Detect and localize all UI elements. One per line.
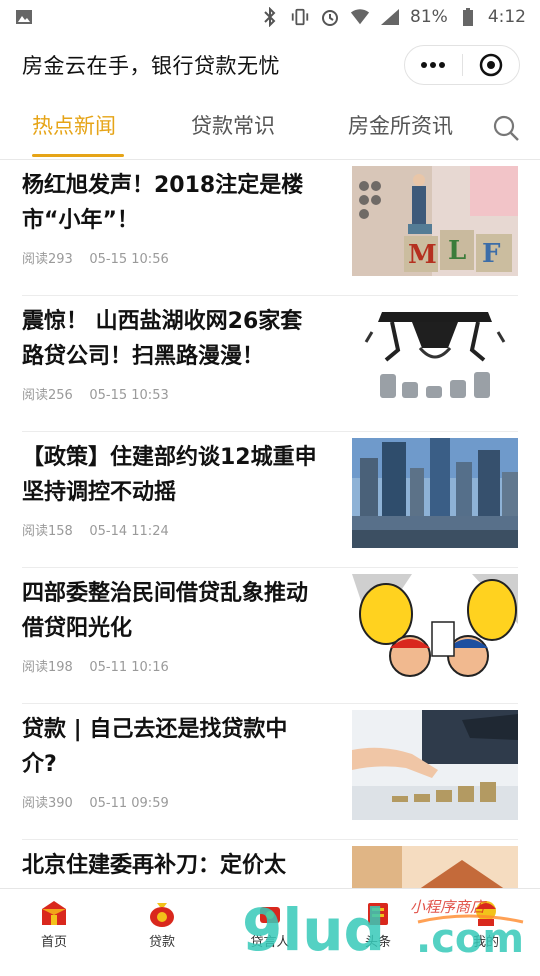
app-header: 房金云在手，银行贷款无忧 bbox=[0, 34, 540, 96]
article-thumbnail bbox=[352, 438, 518, 548]
article-title: 杨红旭发声！2018注定是楼市“小年”！ bbox=[22, 173, 304, 233]
article-item[interactable]: 杨红旭发声！2018注定是楼市“小年”！ 阅读293 05-15 10:56 M… bbox=[22, 160, 518, 296]
vibrate-icon bbox=[290, 7, 310, 27]
page-title: 房金云在手，银行贷款无忧 bbox=[22, 54, 280, 78]
tab-fangjinsuo-news[interactable]: 房金所资讯 bbox=[348, 110, 453, 140]
nav-profile[interactable]: 我的 bbox=[432, 889, 540, 961]
image-icon bbox=[14, 7, 34, 27]
nav-headline[interactable]: 头条 bbox=[324, 889, 432, 961]
article-meta: 阅读293 05-15 10:56 bbox=[22, 248, 169, 267]
money-bag-icon bbox=[148, 899, 176, 927]
article-thumbnail bbox=[352, 302, 518, 412]
article-title: 震惊！ 山西盐湖收网26家套路贷公司！扫黑路漫漫！ bbox=[22, 309, 303, 369]
battery-icon bbox=[458, 7, 478, 27]
tab-loan-knowledge[interactable]: 贷款常识 bbox=[191, 110, 275, 140]
article-title: 贷款 | 自己去还是找贷款中介? bbox=[22, 717, 288, 777]
article-item[interactable]: 【政策】住建部约谈12城重申坚持调控不动摇 阅读158 05-14 11:24 bbox=[22, 432, 518, 568]
active-tab-indicator bbox=[32, 154, 124, 157]
article-meta: 阅读256 05-15 10:53 bbox=[22, 384, 169, 403]
svg-text:F: F bbox=[482, 239, 501, 269]
nav-label: 贷言人 bbox=[250, 935, 290, 950]
nav-label: 我的 bbox=[472, 935, 499, 950]
search-icon[interactable] bbox=[492, 114, 520, 142]
more-dots-icon[interactable] bbox=[405, 46, 462, 84]
article-title: 【政策】住建部约谈12城重申坚持调控不动摇 bbox=[22, 445, 317, 505]
profile-icon bbox=[472, 899, 500, 927]
article-meta: 阅读158 05-14 11:24 bbox=[22, 520, 169, 539]
article-views: 阅读198 bbox=[22, 660, 73, 675]
article-item[interactable]: 贷款 | 自己去还是找贷款中介? 阅读390 05-11 09:59 bbox=[22, 704, 518, 840]
nav-label: 头条 bbox=[364, 935, 391, 950]
article-meta: 阅读198 05-11 10:16 bbox=[22, 656, 169, 675]
svg-text:M: M bbox=[408, 240, 437, 270]
alarm-icon bbox=[320, 7, 340, 27]
svg-text:L: L bbox=[448, 236, 466, 266]
bottom-navigation: 首页 贷款 贷言人 头条 我的 bbox=[0, 888, 540, 960]
nav-label: 贷款 bbox=[148, 935, 175, 950]
wifi-icon bbox=[350, 7, 370, 27]
article-meta: 阅读390 05-11 09:59 bbox=[22, 792, 169, 811]
article-item[interactable]: 震惊！ 山西盐湖收网26家套路贷公司！扫黑路漫漫！ 阅读256 05-15 10… bbox=[22, 296, 518, 432]
battery-percent: 81% bbox=[410, 7, 448, 27]
article-title: 四部委整治民间借贷乱象推动借贷阳光化 bbox=[22, 581, 309, 641]
tab-bar: 热点新闻 贷款常识 房金所资讯 bbox=[0, 96, 540, 160]
article-item[interactable]: 四部委整治民间借贷乱象推动借贷阳光化 阅读198 05-11 10:16 bbox=[22, 568, 518, 704]
article-thumbnail bbox=[352, 710, 518, 820]
mini-program-capsule bbox=[404, 45, 520, 85]
bluetooth-icon bbox=[260, 7, 280, 27]
nav-loan[interactable]: 贷款 bbox=[108, 889, 216, 961]
article-views: 阅读390 bbox=[22, 796, 73, 811]
article-thumbnail bbox=[352, 574, 518, 684]
article-title: 北京住建委再补刀：定价太 bbox=[22, 853, 287, 878]
article-views: 阅读158 bbox=[22, 524, 73, 539]
status-bar: 81% 4:12 bbox=[0, 0, 540, 34]
article-thumbnail: M L F bbox=[352, 166, 518, 276]
home-icon bbox=[40, 899, 68, 927]
article-date: 05-14 11:24 bbox=[89, 524, 169, 539]
tab-hot-news[interactable]: 热点新闻 bbox=[32, 110, 116, 140]
article-date: 05-15 10:56 bbox=[89, 252, 169, 267]
headline-icon bbox=[364, 899, 392, 927]
signal-icon bbox=[380, 7, 400, 27]
nav-label: 首页 bbox=[40, 935, 67, 950]
clock: 4:12 bbox=[487, 7, 526, 27]
article-views: 阅读256 bbox=[22, 388, 73, 403]
article-date: 05-11 10:16 bbox=[89, 660, 169, 675]
mini-program-close-icon[interactable] bbox=[463, 46, 520, 84]
speaker-icon bbox=[256, 899, 284, 927]
article-views: 阅读293 bbox=[22, 252, 73, 267]
nav-spokesman[interactable]: 贷言人 bbox=[216, 889, 324, 961]
nav-home[interactable]: 首页 bbox=[0, 889, 108, 961]
article-date: 05-15 10:53 bbox=[89, 388, 169, 403]
article-date: 05-11 09:59 bbox=[89, 796, 169, 811]
